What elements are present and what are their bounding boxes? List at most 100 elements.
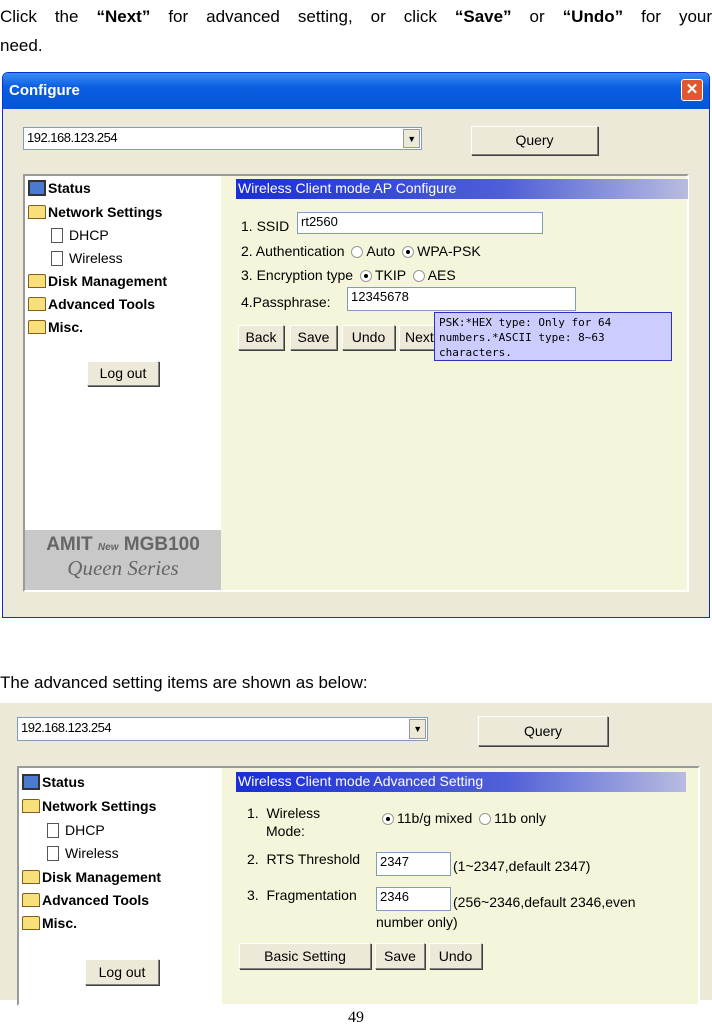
label: Status [48, 180, 91, 196]
tree-item-advanced-tools[interactable]: Advanced Tools [28, 296, 155, 312]
document-icon [51, 227, 63, 243]
caption: The advanced setting items are shown as … [0, 673, 368, 692]
save-button[interactable]: Save [375, 943, 425, 969]
undo-button[interactable]: Undo [429, 943, 482, 969]
title-bar: Configure [3, 73, 709, 109]
configure-window: Configure ✕ 192.168.123.254 ▼ Query Statu… [2, 72, 710, 618]
enc-tkip-label: TKIP [374, 267, 406, 283]
label: Wireless [69, 250, 123, 266]
folder-open-icon [28, 205, 46, 219]
passphrase-tooltip: PSK:*HEX type: Only for 64 numbers.*ASCI… [434, 312, 672, 361]
label: Network Settings [48, 204, 163, 220]
auth-auto-label: Auto [366, 243, 396, 259]
folder-icon [22, 916, 40, 930]
tree-item-network-settings[interactable]: Network Settings [22, 798, 156, 814]
frag-note-2: number only) [376, 914, 458, 930]
label: DHCP [69, 227, 109, 243]
intro-paragraph: Click the “Next” for advanced setting, o… [0, 2, 712, 32]
logo-new: New [97, 542, 119, 553]
rts-note: (1~2347,default 2347) [453, 858, 591, 874]
content-frame: Status Network Settings DHCP Wireless Di… [23, 174, 689, 592]
chevron-down-icon[interactable]: ▼ [409, 719, 426, 739]
query-button[interactable]: Query [478, 716, 608, 746]
enc-tkip-radio[interactable] [359, 270, 372, 283]
auth-row: 2. Authentication Auto WPA-PSK [241, 243, 481, 259]
address-combo[interactable]: 192.168.123.254 ▼ [17, 717, 428, 741]
mode-bg-mixed-radio[interactable] [382, 813, 394, 826]
ssid-input[interactable]: rt2560 [297, 212, 543, 234]
undo-emph: “Undo” [562, 7, 624, 26]
tree-item-wireless[interactable]: Wireless [51, 250, 123, 266]
tree-item-wireless[interactable]: Wireless [47, 845, 119, 861]
address-combo[interactable]: 192.168.123.254 ▼ [23, 127, 422, 150]
auth-wpapsk-label: WPA-PSK [417, 243, 481, 259]
tree-item-disk-management[interactable]: Disk Management [22, 869, 161, 885]
tree-item-advanced-tools[interactable]: Advanced Tools [22, 892, 149, 908]
nav-tree: Status Network Settings DHCP Wireless Di… [25, 176, 221, 590]
label: Network Settings [42, 798, 157, 814]
text: for advanced setting, or click [150, 7, 455, 26]
mode-b-only-radio[interactable] [479, 813, 492, 826]
text: for your [623, 7, 712, 26]
advanced-settings-screenshot: 192.168.123.254 ▼ Query Status Network Se… [0, 703, 712, 1008]
back-button[interactable]: Back [238, 325, 284, 350]
monitor-icon [22, 774, 40, 790]
frag-label: 3. Fragmentation [247, 887, 357, 903]
tree-item-misc[interactable]: Misc. [22, 915, 77, 931]
folder-icon [28, 320, 46, 334]
enc-aes-label: AES [427, 267, 456, 283]
tree-item-disk-management[interactable]: Disk Management [28, 273, 167, 289]
enc-row: 3. Encryption type TKIP AES [241, 267, 456, 283]
folder-icon [28, 297, 46, 311]
auth-wpapsk-radio[interactable] [402, 246, 415, 259]
nav-tree: Status Network Settings DHCP Wireless Di… [19, 768, 222, 1008]
logo-model: MGB100 [123, 534, 200, 555]
amit-logo: AMIT New MGB100 Queen Series [25, 530, 221, 590]
section-header: Wireless Client mode Advanced Setting [236, 772, 686, 792]
document-icon [47, 822, 59, 838]
basic-setting-button[interactable]: Basic Setting [239, 943, 371, 969]
address-value: 192.168.123.254 [21, 720, 112, 735]
document-icon [51, 250, 63, 266]
section-header: Wireless Client mode AP Configure [236, 179, 688, 199]
enc-aes-radio[interactable] [412, 270, 425, 283]
close-icon[interactable]: ✕ [681, 79, 703, 101]
frag-input[interactable]: 2346 [376, 887, 451, 911]
mode-bg-label: 11b/g mixed [397, 810, 473, 826]
label: Status [42, 774, 85, 790]
label: Wireless [65, 845, 119, 861]
passphrase-label: 4.Passphrase: [241, 294, 331, 310]
intro-line2: need. [0, 36, 43, 55]
frag-note: (256~2346,default 2346,even [453, 894, 636, 910]
label: Disk Management [42, 869, 162, 885]
label: DHCP [65, 822, 105, 838]
mode-b-label: 11b only [494, 810, 547, 826]
monitor-icon [28, 180, 46, 196]
auth-auto-radio[interactable] [351, 246, 364, 259]
query-button[interactable]: Query [471, 126, 598, 155]
page-number: 49 [348, 1009, 364, 1026]
tree-item-status[interactable]: Status [22, 774, 85, 790]
mode-label: 1. Wireless [247, 805, 321, 821]
tree-item-misc[interactable]: Misc. [28, 319, 83, 335]
rts-input[interactable]: 2347 [376, 852, 451, 876]
tree-item-dhcp[interactable]: DHCP [51, 227, 109, 243]
tree-item-dhcp[interactable]: DHCP [47, 822, 105, 838]
ssid-label: 1. SSID [241, 218, 290, 234]
save-button[interactable]: Save [290, 325, 337, 350]
label: Advanced Tools [42, 892, 150, 908]
logout-button[interactable]: Log out [85, 959, 159, 985]
chevron-down-icon[interactable]: ▼ [403, 129, 420, 148]
undo-button[interactable]: Undo [342, 325, 395, 350]
logout-button[interactable]: Log out [87, 361, 159, 386]
next-emph: “Next” [96, 7, 151, 26]
passphrase-input[interactable]: 12345678 [347, 287, 576, 311]
mode-options: 11b/g mixed 11b only [379, 810, 546, 826]
tree-item-status[interactable]: Status [28, 180, 91, 196]
tree-item-network-settings[interactable]: Network Settings [28, 204, 162, 220]
label: Advanced Tools [48, 296, 156, 312]
auth-label: 2. Authentication [241, 243, 345, 259]
text: or [511, 7, 563, 26]
enc-label: 3. Encryption type [241, 267, 354, 283]
rts-label: 2. RTS Threshold [247, 851, 361, 867]
